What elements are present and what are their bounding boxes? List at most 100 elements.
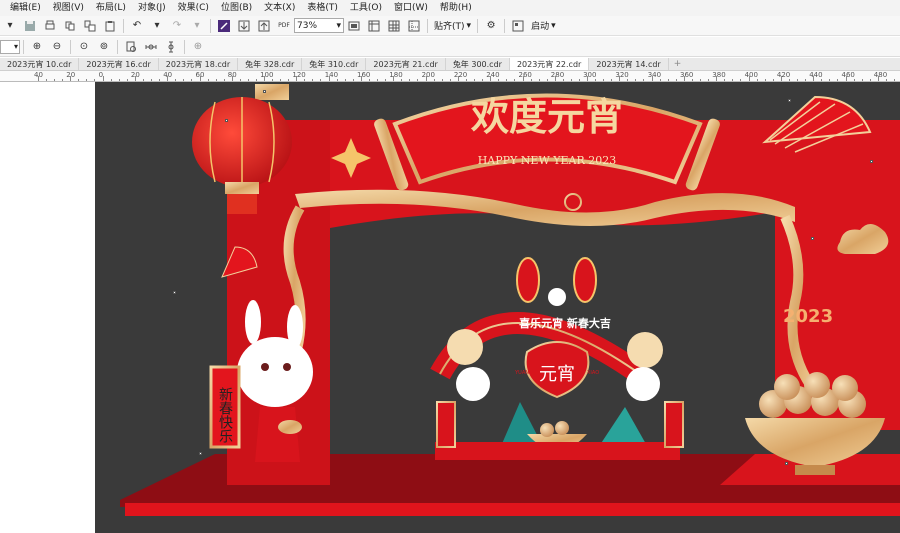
zoom-to-page-width-icon[interactable] bbox=[143, 39, 159, 55]
ruler-tick bbox=[70, 76, 72, 81]
ruler-tick bbox=[369, 79, 370, 81]
undo-icon[interactable]: ↶ bbox=[129, 18, 145, 34]
zoom-level-select[interactable]: 73% ▾ bbox=[294, 18, 344, 33]
menu-item[interactable]: 效果(C) bbox=[172, 0, 215, 16]
ruler-tick bbox=[796, 79, 798, 81]
selection-handle[interactable] bbox=[263, 90, 266, 93]
ruler-tick bbox=[716, 76, 718, 81]
document-tabs: 2023元宵 10.cdr 2023元宵 16.cdr 2023元宵 18.cdr 兔… bbox=[0, 58, 900, 71]
selection-handle[interactable] bbox=[225, 119, 228, 122]
year-sign: 2023 bbox=[783, 306, 833, 327]
ruler-tick bbox=[829, 79, 831, 81]
dropdown-arrow-icon[interactable]: ▾ bbox=[2, 18, 18, 34]
ruler-tick bbox=[481, 79, 483, 81]
import-icon[interactable] bbox=[236, 18, 252, 34]
selection-handle[interactable] bbox=[870, 160, 873, 163]
ruler-tick bbox=[611, 79, 613, 81]
undo-dropdown-icon[interactable]: ▾ bbox=[149, 18, 165, 34]
ruler-label: 140 bbox=[324, 71, 339, 79]
document-tab[interactable]: 兔年 328.cdr bbox=[238, 58, 303, 70]
menu-item[interactable]: 位图(B) bbox=[215, 0, 258, 16]
ruler-tick bbox=[385, 79, 386, 81]
selection-handle[interactable] bbox=[811, 237, 814, 240]
artwork[interactable]: 欢度元宵 HAPPY NEW YEAR 2023 2023 新春快乐 喜乐元宵 … bbox=[95, 82, 900, 533]
tangyuan-ball bbox=[832, 375, 858, 401]
tangyuan-bowl-foot bbox=[795, 465, 835, 475]
ruler-tick bbox=[772, 79, 774, 81]
pasteboard[interactable] bbox=[0, 82, 95, 533]
zoom-in-icon[interactable]: ⊕ bbox=[29, 39, 45, 55]
selection-handle[interactable] bbox=[785, 462, 788, 465]
zoom-to-selected-icon[interactable]: ⊙ bbox=[76, 39, 92, 55]
property-select[interactable]: ▾ bbox=[0, 39, 20, 54]
redo-dropdown-icon[interactable]: ▾ bbox=[189, 18, 205, 34]
document-tab[interactable]: 兔年 310.cdr bbox=[302, 58, 367, 70]
export-icon[interactable] bbox=[256, 18, 272, 34]
ruler-tick bbox=[288, 79, 290, 81]
menu-item[interactable]: 窗口(W) bbox=[388, 0, 434, 16]
document-tab[interactable]: 2023元宵 21.cdr bbox=[366, 58, 446, 70]
gear-icon[interactable]: ⚙ bbox=[483, 18, 499, 34]
pan-tool-icon[interactable]: ⊕ bbox=[190, 39, 206, 55]
document-tab[interactable]: 2023元宵 16.cdr bbox=[79, 58, 159, 70]
add-tab-icon[interactable]: + bbox=[669, 58, 687, 70]
chevron-down-icon: ▾ bbox=[13, 42, 18, 51]
save-icon[interactable] bbox=[22, 18, 38, 34]
rabbit-eye bbox=[283, 363, 291, 371]
zoom-to-page-icon[interactable] bbox=[123, 39, 139, 55]
selection-handle[interactable] bbox=[173, 291, 176, 294]
ruler-tick bbox=[619, 76, 621, 81]
menu-item[interactable]: 帮助(H) bbox=[434, 0, 478, 16]
cloud-left bbox=[447, 329, 483, 365]
document-tab[interactable]: 2023元宵 22.cdr bbox=[509, 58, 590, 70]
application-launcher-icon[interactable] bbox=[510, 18, 526, 34]
copy-icon[interactable] bbox=[82, 18, 98, 34]
publish-pdf-icon[interactable]: PDF bbox=[276, 18, 292, 34]
document-tab[interactable]: 2023元宵 10.cdr bbox=[0, 58, 80, 70]
cut-icon[interactable] bbox=[62, 18, 78, 34]
document-tab[interactable]: 2023元宵 18.cdr bbox=[159, 58, 239, 70]
ruler-tick bbox=[264, 76, 266, 81]
tangyuan-ball bbox=[774, 374, 800, 400]
paste-icon[interactable] bbox=[102, 18, 118, 34]
ruler-tick bbox=[530, 79, 532, 81]
ruler-tick bbox=[199, 76, 201, 81]
ruler-label: 300 bbox=[583, 71, 597, 79]
zoom-to-page-height-icon[interactable] bbox=[163, 39, 179, 55]
document-tab[interactable]: 兔年 300.cdr bbox=[446, 58, 510, 70]
menu-item[interactable]: 对象(J) bbox=[132, 0, 172, 16]
zoom-to-all-objects-icon[interactable]: ⊚ bbox=[96, 39, 112, 55]
selection-handle[interactable] bbox=[199, 452, 202, 455]
ruler-tick bbox=[361, 76, 362, 81]
menu-item[interactable]: 布局(L) bbox=[90, 0, 132, 16]
show-rulers-icon[interactable] bbox=[366, 18, 382, 34]
drawing-canvas[interactable]: 欢度元宵 HAPPY NEW YEAR 2023 2023 新春快乐 喜乐元宵 … bbox=[95, 82, 900, 533]
ruler-label: 400 bbox=[744, 71, 758, 79]
menu-item[interactable]: 工具(O) bbox=[344, 0, 388, 16]
ruler-tick bbox=[150, 79, 152, 81]
ruler-tick bbox=[377, 79, 378, 81]
horizontal-ruler[interactable]: 40 20 0 20 40 60 80 100 120 140 160 180 200 220 240 260… bbox=[0, 71, 900, 82]
menu-item[interactable]: 视图(V) bbox=[47, 0, 90, 16]
show-guidelines-icon[interactable] bbox=[406, 18, 422, 34]
redo-icon[interactable]: ↷ bbox=[169, 18, 185, 34]
menu-item[interactable]: 表格(T) bbox=[301, 0, 344, 16]
full-screen-icon[interactable] bbox=[346, 18, 362, 34]
corel-connect-icon[interactable] bbox=[216, 18, 232, 34]
ruler-tick bbox=[409, 79, 411, 81]
ruler-tick bbox=[538, 79, 540, 81]
center-badge-text: 元宵 bbox=[539, 364, 575, 385]
menu-item[interactable]: 编辑(E) bbox=[4, 0, 47, 16]
show-grid-icon[interactable] bbox=[386, 18, 402, 34]
print-icon[interactable] bbox=[42, 18, 58, 34]
ruler-tick bbox=[296, 76, 298, 81]
ruler-tick bbox=[724, 79, 726, 81]
launch-dropdown[interactable]: 启动 ▾ bbox=[528, 19, 559, 33]
ruler-tick bbox=[821, 79, 823, 81]
document-tab[interactable]: 2023元宵 14.cdr bbox=[589, 58, 669, 70]
selection-handle[interactable] bbox=[788, 99, 791, 102]
menu-item[interactable]: 文本(X) bbox=[258, 0, 301, 16]
zoom-out-icon[interactable]: ⊖ bbox=[49, 39, 65, 55]
snap-to-dropdown[interactable]: 贴齐(T) ▾ bbox=[431, 19, 474, 33]
chevron-down-icon: ▾ bbox=[551, 20, 556, 31]
